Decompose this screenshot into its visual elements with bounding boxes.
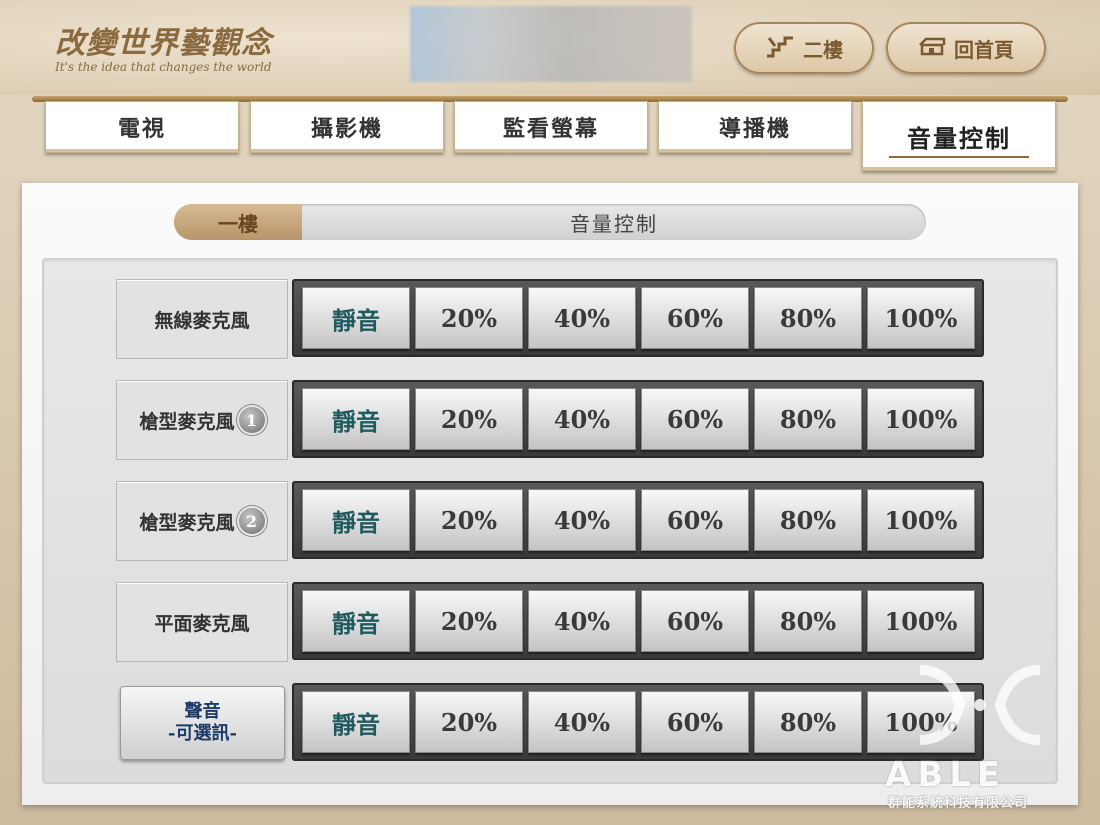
volume-80-button[interactable]: 80%: [754, 489, 862, 551]
number-badge: 2: [238, 508, 265, 534]
volume-80-button[interactable]: 80%: [754, 287, 862, 349]
volume-60-button[interactable]: 60%: [641, 691, 749, 753]
volume-strip: 靜音 20% 40% 60% 80% 100%: [292, 481, 984, 559]
mute-button[interactable]: 靜音: [302, 590, 410, 652]
row-label-shotgun-mic-1: 槍型麥克風 1: [116, 380, 288, 460]
home-icon: [918, 36, 946, 61]
volume-80-button[interactable]: 80%: [754, 691, 862, 753]
volume-40-button[interactable]: 40%: [528, 489, 636, 551]
tab-label: 導播機: [718, 116, 791, 142]
volume-20-button[interactable]: 20%: [415, 590, 523, 652]
tab-volume-control[interactable]: 音量控制: [862, 101, 1056, 171]
row-label-text: 槍型麥克風: [139, 410, 235, 433]
home-button[interactable]: 回首頁: [886, 22, 1046, 74]
volume-strip: 靜音 20% 40% 60% 80% 100%: [292, 380, 984, 458]
tab-label: 音量控制: [907, 123, 1011, 153]
watermark-company: 群能系統科技有限公司: [888, 796, 1029, 811]
number-badge: 1: [238, 407, 265, 433]
volume-100-button[interactable]: 100%: [867, 388, 975, 450]
audio-label: 聲音: [184, 701, 221, 722]
tab-monitor[interactable]: 監看螢幕: [454, 101, 648, 153]
floor-bar: 一樓 音量控制: [174, 204, 926, 240]
mute-button[interactable]: 靜音: [302, 691, 410, 753]
tab-label: 攝影機: [310, 116, 383, 142]
mute-button[interactable]: 靜音: [302, 287, 410, 349]
section-title: 音量控制: [570, 211, 658, 236]
audio-sublabel: -可選訊-: [168, 723, 237, 744]
stairs-icon: [765, 34, 795, 63]
volume-80-button[interactable]: 80%: [754, 388, 862, 450]
row-label-text: 無線麥克風: [154, 309, 250, 332]
mute-button[interactable]: 靜音: [302, 388, 410, 450]
logo-title: 改變世界藝觀念: [55, 26, 272, 61]
home-label: 回首頁: [954, 37, 1014, 62]
volume-20-button[interactable]: 20%: [415, 691, 523, 753]
watermark: ABLE 群能系統科技有限公司: [880, 660, 1080, 811]
tab-switcher[interactable]: 導播機: [658, 101, 852, 153]
volume-100-button[interactable]: 100%: [867, 590, 975, 652]
volume-60-button[interactable]: 60%: [641, 388, 749, 450]
volume-60-button[interactable]: 60%: [641, 590, 749, 652]
active-tab-underline: [889, 156, 1029, 158]
volume-40-button[interactable]: 40%: [528, 287, 636, 349]
volume-60-button[interactable]: 60%: [641, 489, 749, 551]
tab-label: 電視: [117, 116, 166, 142]
tab-camera[interactable]: 攝影機: [250, 101, 444, 153]
header: 改變世界藝觀念 It's the idea that changes the w…: [0, 0, 1100, 95]
logo-subtitle: It's the idea that changes the world: [55, 60, 272, 74]
blurred-region: [410, 6, 692, 82]
watermark-brand: ABLE: [885, 755, 1007, 795]
row-label-text: 平面麥克風: [154, 612, 250, 635]
volume-20-button[interactable]: 20%: [415, 388, 523, 450]
row-label-wireless-mic: 無線麥克風: [116, 279, 288, 359]
floor-tag[interactable]: 一樓: [174, 204, 302, 240]
volume-20-button[interactable]: 20%: [415, 489, 523, 551]
volume-20-button[interactable]: 20%: [415, 287, 523, 349]
volume-40-button[interactable]: 40%: [528, 691, 636, 753]
second-floor-button[interactable]: 二樓: [734, 22, 874, 74]
logo: 改變世界藝觀念 It's the idea that changes the w…: [55, 18, 285, 82]
audio-source-select-button[interactable]: 聲音 -可選訊-: [120, 686, 285, 760]
mute-button[interactable]: 靜音: [302, 489, 410, 551]
second-floor-label: 二樓: [803, 37, 843, 62]
tab-tv[interactable]: 電視: [45, 101, 239, 153]
volume-100-button[interactable]: 100%: [867, 489, 975, 551]
volume-strip: 靜音 20% 40% 60% 80% 100%: [292, 279, 984, 357]
watermark-logo-icon: [919, 665, 1041, 745]
volume-40-button[interactable]: 40%: [528, 590, 636, 652]
row-label-boundary-mic: 平面麥克風: [116, 582, 288, 662]
volume-100-button[interactable]: 100%: [867, 287, 975, 349]
row-label-text: 槍型麥克風: [139, 511, 235, 534]
volume-60-button[interactable]: 60%: [641, 287, 749, 349]
volume-strip: 靜音 20% 40% 60% 80% 100%: [292, 582, 984, 660]
volume-40-button[interactable]: 40%: [528, 388, 636, 450]
row-label-shotgun-mic-2: 槍型麥克風 2: [116, 481, 288, 561]
volume-80-button[interactable]: 80%: [754, 590, 862, 652]
tab-label: 監看螢幕: [502, 116, 599, 142]
